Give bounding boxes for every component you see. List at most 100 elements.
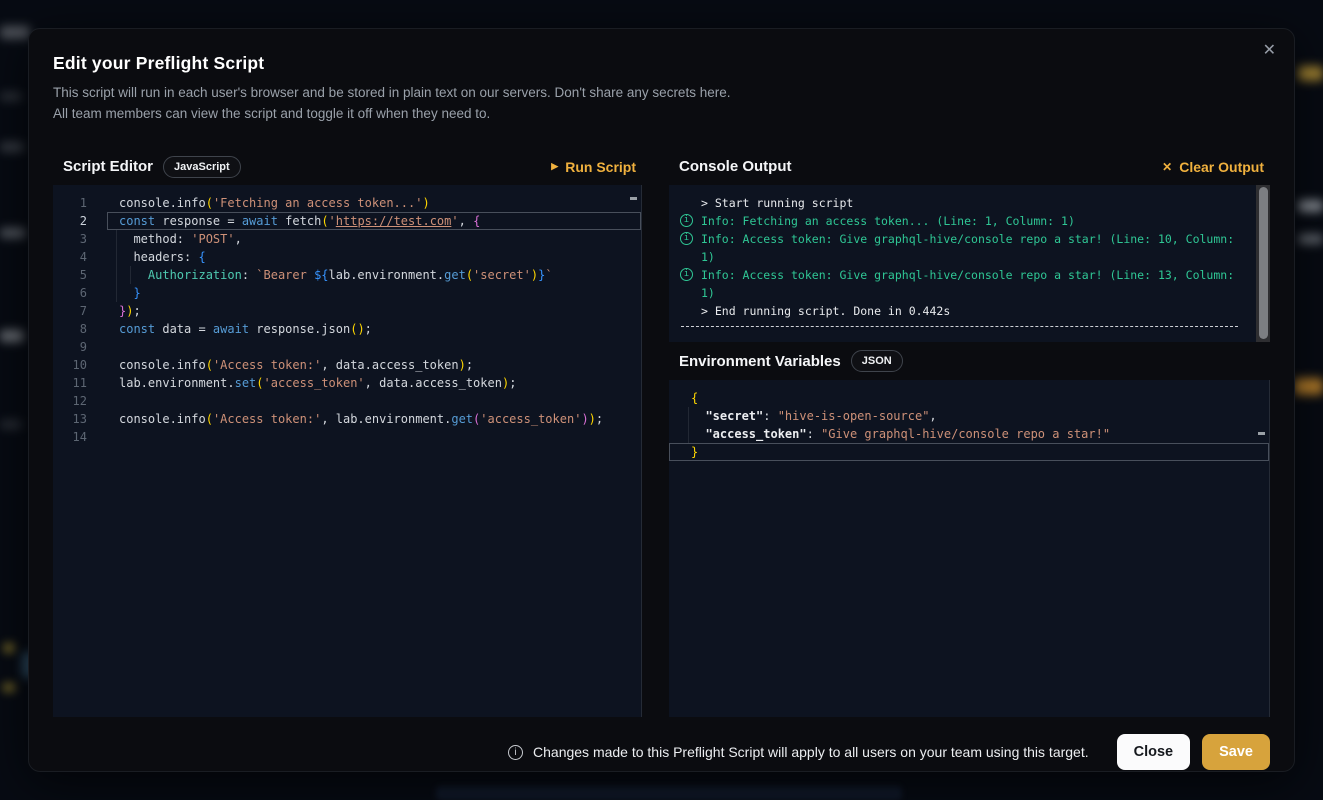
background-blur-blob: [0, 142, 24, 152]
env-code-line[interactable]: "secret": "hive-is-open-source",: [669, 407, 1269, 425]
console-entry: iInfo: Fetching an access token... (Line…: [679, 212, 1240, 230]
indent-guide: [116, 230, 117, 248]
script-editor-header: Script Editor JavaScript ▶ Run Script: [53, 148, 642, 185]
console-output-header: Console Output ✕ Clear Output: [669, 148, 1270, 185]
close-icon[interactable]: ✕: [1263, 43, 1276, 59]
line-number: 2: [53, 212, 97, 230]
background-blur-blob: [1298, 234, 1323, 244]
code-token: lab.environment.: [329, 268, 445, 282]
info-circle-icon: i: [680, 232, 693, 245]
cursor-overview-mark: [630, 197, 637, 200]
code-token: response =: [155, 214, 242, 228]
background-blur-blob: [1298, 66, 1323, 81]
script-code-line[interactable]: 4 headers: {: [53, 248, 641, 266]
code-token: ${: [314, 268, 328, 282]
run-script-label: Run Script: [565, 159, 636, 175]
script-code-line[interactable]: 13 console.info('Access token:', lab.envi…: [53, 410, 641, 428]
console-entry-text: > Start running script: [701, 196, 853, 210]
line-number: 14: [53, 428, 97, 446]
console-entry-text: Info: Access token: Give graphql-hive/co…: [701, 268, 1241, 300]
code-content: [107, 428, 641, 446]
script-code-line[interactable]: 8const data = await response.json();: [53, 320, 641, 338]
code-token: method:: [119, 232, 191, 246]
clear-output-button[interactable]: ✕ Clear Output: [1162, 159, 1268, 175]
code-token: Authorization: [148, 268, 242, 282]
code-token: ): [531, 268, 538, 282]
save-button[interactable]: Save: [1202, 734, 1270, 770]
script-code-line[interactable]: 5 Authorization: `Bearer ${lab.environme…: [53, 266, 641, 284]
code-token: ;: [133, 304, 140, 318]
script-code-line[interactable]: 9: [53, 338, 641, 356]
code-token: console.info: [119, 196, 206, 210]
code-token: const: [119, 214, 155, 228]
preflight-script-modal: ✕ Edit your Preflight Script This script…: [28, 28, 1295, 772]
script-code-line[interactable]: 3 method: 'POST',: [53, 230, 641, 248]
script-code-line[interactable]: 14: [53, 428, 641, 446]
code-token: (: [321, 214, 328, 228]
code-token: [119, 286, 133, 300]
code-token: 'access_token': [480, 412, 581, 426]
environment-variables-header: Environment Variables JSON: [669, 342, 1270, 380]
background-blur-blob: [4, 644, 14, 652]
console-scrollbar-thumb[interactable]: [1259, 187, 1268, 339]
script-code-line[interactable]: 10console.info('Access token:', data.acc…: [53, 356, 641, 374]
code-token: 'Access token:': [213, 358, 321, 372]
info-icon: i: [508, 745, 523, 760]
code-token: {: [473, 214, 480, 228]
code-token: console.info: [119, 412, 206, 426]
script-code-line[interactable]: 6 }: [53, 284, 641, 302]
code-token: [119, 268, 148, 282]
env-code-line[interactable]: }: [669, 443, 1269, 461]
env-code-line[interactable]: "access_token": "Give graphql-hive/conso…: [669, 425, 1269, 443]
code-token: ,: [459, 214, 473, 228]
code-token: 'POST': [191, 232, 234, 246]
code-token: "secret": [705, 409, 763, 423]
code-token: "hive-is-open-source": [778, 409, 930, 423]
code-token: ): [357, 322, 364, 336]
code-token: const: [119, 322, 155, 336]
output-column: Console Output ✕ Clear Output > Start ru…: [669, 148, 1270, 717]
code-token: set: [235, 376, 257, 390]
line-number: 10: [53, 356, 97, 374]
modal-title: Edit your Preflight Script: [53, 53, 1270, 74]
background-blur-blob: [1298, 200, 1323, 212]
code-content: headers: {: [107, 248, 641, 266]
code-token: (: [256, 376, 263, 390]
script-code-line[interactable]: 7});: [53, 302, 641, 320]
env-code-line[interactable]: {: [669, 389, 1269, 407]
code-token: ): [581, 412, 588, 426]
console-scrollbar[interactable]: [1256, 185, 1270, 342]
environment-variables-editor[interactable]: { "secret": "hive-is-open-source", "acce…: [669, 380, 1270, 717]
close-button[interactable]: Close: [1117, 734, 1191, 770]
script-code-line[interactable]: 11lab.environment.set('access_token', da…: [53, 374, 641, 392]
environment-variables-title: Environment Variables: [679, 353, 841, 370]
script-code-line[interactable]: 1console.info('Fetching an access token.…: [53, 194, 641, 212]
console-output-panel: > Start running script iInfo: Fetching an…: [669, 185, 1270, 342]
code-token: ,: [235, 232, 242, 246]
script-code-line[interactable]: 2const response = await fetch('https://t…: [53, 212, 641, 230]
code-token: , lab.environment.: [321, 412, 451, 426]
code-token: :: [242, 268, 256, 282]
background-blur-blob: [0, 330, 24, 342]
code-token: (: [206, 358, 213, 372]
code-content: }: [107, 284, 641, 302]
line-number: 13: [53, 410, 97, 428]
background-blur-blob: [0, 420, 22, 429]
code-token: ': [329, 214, 336, 228]
script-code-lines: 1console.info('Fetching an access token.…: [53, 194, 641, 446]
code-token: ;: [509, 376, 516, 390]
code-token: 'Access token:': [213, 412, 321, 426]
footer-notice: i Changes made to this Preflight Script …: [508, 744, 1089, 760]
code-token: fetch: [278, 214, 321, 228]
modal-footer: i Changes made to this Preflight Script …: [53, 734, 1270, 770]
line-number: 12: [53, 392, 97, 410]
env-overview-mark: [1258, 432, 1265, 435]
code-content: console.info('Access token:', lab.enviro…: [107, 410, 641, 428]
indent-guide: [116, 266, 117, 284]
console-entry: > End running script. Done in 0.442s: [679, 302, 1240, 320]
run-script-button[interactable]: ▶ Run Script: [551, 159, 640, 175]
script-code-line[interactable]: 12: [53, 392, 641, 410]
script-code-editor[interactable]: 1console.info('Fetching an access token.…: [53, 185, 642, 717]
code-token: (: [206, 412, 213, 426]
code-token: get: [444, 268, 466, 282]
